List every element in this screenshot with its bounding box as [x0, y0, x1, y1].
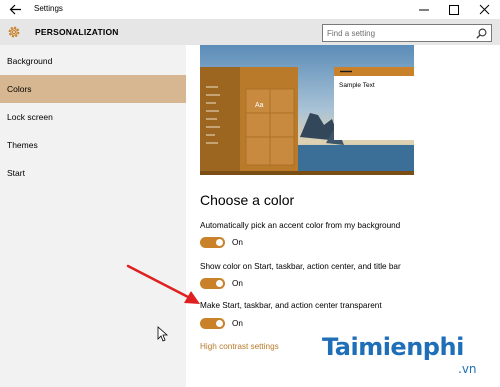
sidebar-item-label: Lock screen — [7, 112, 53, 122]
preview-sample-text: Sample Text — [339, 82, 375, 89]
maximize-icon[interactable] — [439, 0, 469, 19]
search-icon[interactable] — [476, 28, 487, 39]
toggle-transparent[interactable] — [200, 318, 225, 329]
search-input[interactable] — [327, 26, 467, 40]
sidebar-item-colors[interactable]: Colors — [0, 75, 186, 103]
preview-tile-label: Aa — [255, 102, 264, 109]
option-label-auto-accent: Automatically pick an accent color from … — [200, 221, 401, 230]
sidebar-item-label: Colors — [7, 84, 32, 94]
sidebar-item-start[interactable]: Start — [0, 159, 186, 187]
toggle-state-transparent: On — [232, 319, 243, 328]
sidebar-item-background[interactable]: Background — [0, 47, 186, 75]
sidebar-item-label: Background — [7, 56, 53, 66]
option-label-show-color: Show color on Start, taskbar, action cen… — [200, 262, 401, 271]
main-content: Aa Sample Text Choose a color Automatica… — [186, 45, 500, 387]
toggle-state-show-color: On — [232, 279, 243, 288]
gear-icon — [8, 26, 20, 38]
window-title: Settings — [34, 4, 63, 13]
page-title: PERSONALIZATION — [35, 27, 119, 37]
close-icon[interactable] — [470, 0, 500, 19]
color-preview: Aa Sample Text — [200, 45, 414, 175]
high-contrast-link[interactable]: High contrast settings — [200, 342, 279, 351]
toggle-knob — [216, 239, 223, 246]
sidebar-item-lock-screen[interactable]: Lock screen — [0, 103, 186, 131]
search-box[interactable] — [322, 24, 492, 42]
sidebar-item-label: Themes — [7, 140, 38, 150]
sidebar-item-label: Start — [7, 168, 25, 178]
back-arrow-icon[interactable] — [8, 2, 24, 17]
title-bar: Settings — [0, 0, 500, 19]
toggle-auto-accent[interactable] — [200, 237, 225, 248]
toggle-knob — [216, 280, 223, 287]
toggle-state-auto-accent: On — [232, 238, 243, 247]
option-label-transparent: Make Start, taskbar, and action center t… — [200, 301, 382, 310]
toggle-knob — [216, 320, 223, 327]
sidebar-item-themes[interactable]: Themes — [0, 131, 186, 159]
minimize-icon[interactable] — [409, 0, 439, 19]
toggle-show-color[interactable] — [200, 278, 225, 289]
sidebar: Background Colors Lock screen Themes Sta… — [0, 45, 186, 387]
section-title: Choose a color — [200, 192, 295, 208]
